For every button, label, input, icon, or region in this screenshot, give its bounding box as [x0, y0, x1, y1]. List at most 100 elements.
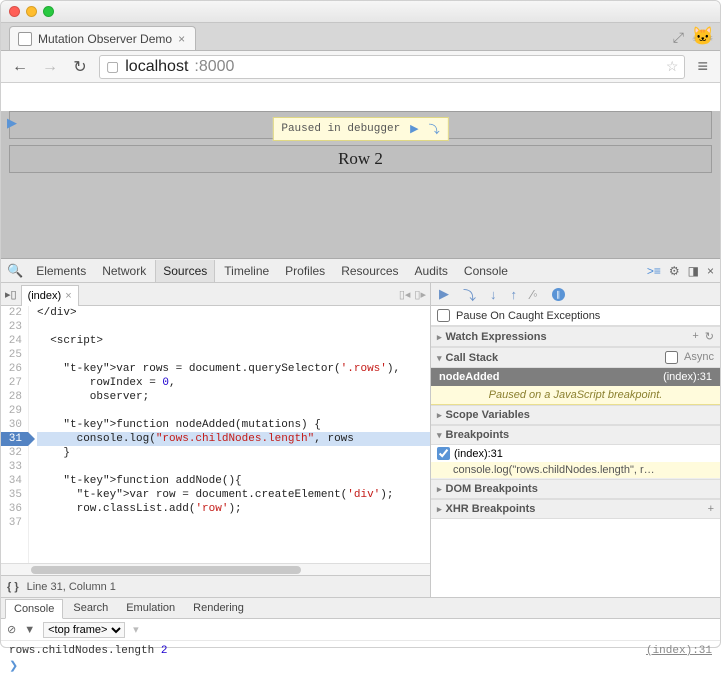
console-prompt[interactable]: ❯ [9, 657, 712, 673]
pause-caught-checkbox[interactable] [437, 309, 450, 322]
breakpoint-checkbox[interactable] [437, 447, 450, 460]
fullscreen-icon[interactable]: ⤢ [673, 29, 684, 46]
refresh-watch-icon[interactable]: ↻ [705, 330, 714, 343]
tab-elements[interactable]: Elements [29, 260, 93, 282]
zoom-window-button[interactable] [43, 6, 54, 17]
page-resume-icon[interactable]: ▶ [7, 115, 17, 131]
back-button[interactable]: ← [9, 56, 31, 78]
watch-expressions-header[interactable]: Watch Expressions + ↻ [431, 326, 720, 347]
tab-profiles[interactable]: Profiles [278, 260, 332, 282]
traffic-lights [9, 6, 54, 17]
frame-selector[interactable]: <top frame> [43, 622, 125, 638]
console-log-line: rows.childNodes.length 2 (index):31 [9, 645, 712, 657]
line-gutter[interactable]: 22232425262728293031323334353637 [1, 306, 29, 563]
drawer-tab-rendering[interactable]: Rendering [185, 599, 252, 617]
favicon-icon [18, 32, 32, 46]
page-row: Row 2 [9, 145, 712, 173]
extension-icon[interactable]: 🐱 [692, 26, 714, 47]
file-tab[interactable]: (index) × [21, 285, 79, 306]
file-tab-label: (index) [28, 290, 62, 302]
breakpoints-title: Breakpoints [437, 429, 509, 441]
pause-caught-row[interactable]: Pause On Caught Exceptions [431, 306, 720, 326]
dom-bp-title: DOM Breakpoints [437, 483, 538, 495]
forward-button[interactable]: → [39, 56, 61, 78]
tab-timeline[interactable]: Timeline [217, 260, 276, 282]
code-body[interactable]: </div> <script> "t-key">var rows = docum… [29, 306, 430, 563]
console-log-text: rows.childNodes.length [9, 645, 154, 657]
callstack-header[interactable]: Call Stack Async [431, 347, 720, 368]
callstack-frame[interactable]: nodeAdded (index):31 [431, 368, 720, 386]
pause-exceptions-icon[interactable]: ∥ [552, 288, 565, 301]
clear-console-icon[interactable]: ⊘ [7, 623, 16, 636]
close-tab-icon[interactable]: × [178, 32, 185, 46]
watch-title: Watch Expressions [437, 331, 547, 343]
minimize-window-button[interactable] [26, 6, 37, 17]
stack-frame-location: (index):31 [663, 371, 712, 383]
omnibox[interactable]: ▢ localhost:8000 ☆ [99, 55, 685, 79]
toggle-drawer-icon[interactable]: >≡ [647, 264, 661, 278]
scope-variables-header[interactable]: Scope Variables [431, 405, 720, 425]
scope-title: Scope Variables [437, 409, 530, 421]
add-xhr-bp-icon[interactable]: + [708, 503, 714, 515]
devtools-toolbar: 🔍 Elements Network Sources Timeline Prof… [1, 259, 720, 283]
close-window-button[interactable] [9, 6, 20, 17]
banner-resume-icon[interactable]: ▶ [410, 122, 418, 136]
pause-caught-label: Pause On Caught Exceptions [456, 310, 600, 322]
tab-resources[interactable]: Resources [334, 260, 405, 282]
bookmark-star-icon[interactable]: ☆ [666, 58, 679, 75]
drawer-tab-emulation[interactable]: Emulation [118, 599, 183, 617]
add-watch-icon[interactable]: + [692, 330, 698, 343]
show-navigator-icon[interactable]: ▸▯ [5, 288, 17, 301]
drawer-tab-search[interactable]: Search [65, 599, 116, 617]
devtools: 🔍 Elements Network Sources Timeline Prof… [1, 259, 720, 677]
paused-note: Paused on a JavaScript breakpoint. [431, 386, 720, 405]
step-out-icon[interactable]: ↑ [511, 287, 518, 302]
tab-console[interactable]: Console [457, 260, 515, 282]
inspect-icon[interactable]: 🔍 [7, 263, 23, 279]
dom-breakpoints-header[interactable]: DOM Breakpoints [431, 479, 720, 499]
reload-button[interactable]: ↻ [69, 56, 91, 78]
scrollbar-thumb[interactable] [31, 566, 301, 574]
step-into-icon[interactable]: ↓ [490, 287, 497, 302]
xhr-breakpoints-header[interactable]: XHR Breakpoints + [431, 499, 720, 519]
breakpoint-label: (index):31 [454, 448, 503, 460]
breakpoints-header[interactable]: Breakpoints [431, 425, 720, 445]
window-titlebar [1, 1, 720, 23]
settings-gear-icon[interactable]: ⚙ [669, 264, 680, 278]
tab-network[interactable]: Network [95, 260, 153, 282]
console-output[interactable]: rows.childNodes.length 2 (index):31 ❯ [1, 641, 720, 677]
browser-toolbar: ← → ↻ ▢ localhost:8000 ☆ ≡ [1, 51, 720, 83]
dock-icon[interactable]: ◨ [688, 264, 699, 278]
history-back-icon[interactable]: ▯◂ [399, 288, 411, 301]
site-origin-icon: ▢ [106, 58, 119, 75]
breakpoint-code: console.log("rows.childNodes.length", r… [431, 462, 720, 479]
drawer-tab-console[interactable]: Console [5, 599, 63, 619]
close-devtools-icon[interactable]: × [707, 264, 714, 278]
pretty-print-icon[interactable]: { } [7, 581, 19, 593]
tab-sources[interactable]: Sources [155, 260, 215, 282]
console-log-value: 2 [161, 645, 168, 657]
browser-tab[interactable]: Mutation Observer Demo × [9, 26, 196, 50]
console-source-link[interactable]: (index):31 [646, 645, 712, 657]
step-over-icon[interactable]: ⤵ [463, 285, 476, 304]
console-toolbar: ⊘ ▼ <top frame> ▾ [1, 619, 720, 641]
banner-step-icon[interactable]: ⤵ [429, 121, 440, 137]
browser-menu-icon[interactable]: ≡ [693, 56, 712, 77]
async-label: Async [684, 351, 714, 364]
close-file-icon[interactable]: × [65, 290, 71, 302]
deactivate-bp-icon[interactable]: ⁄◦ [531, 287, 538, 302]
tab-title: Mutation Observer Demo [38, 32, 172, 46]
code-editor[interactable]: 22232425262728293031323334353637 </div> … [1, 306, 430, 563]
breakpoint-item[interactable]: (index):31 [431, 445, 720, 462]
filter-icon[interactable]: ▼ [24, 624, 35, 636]
show-debugger-icon[interactable]: ▯▸ [414, 288, 426, 301]
tab-audits[interactable]: Audits [408, 260, 455, 282]
paused-text: Paused in debugger [281, 123, 400, 135]
async-checkbox[interactable] [665, 351, 678, 364]
cursor-position: Line 31, Column 1 [27, 581, 116, 593]
editor-statusbar: { } Line 31, Column 1 [1, 575, 430, 597]
debugger-sidebar: ▶ ⤵ ↓ ↑ ⁄◦ ∥ Pause On Caught Exceptions … [431, 283, 720, 597]
resume-icon[interactable]: ▶ [439, 286, 449, 302]
horizontal-scrollbar[interactable] [1, 563, 430, 575]
filter-regex-icon[interactable]: ▾ [133, 623, 139, 636]
